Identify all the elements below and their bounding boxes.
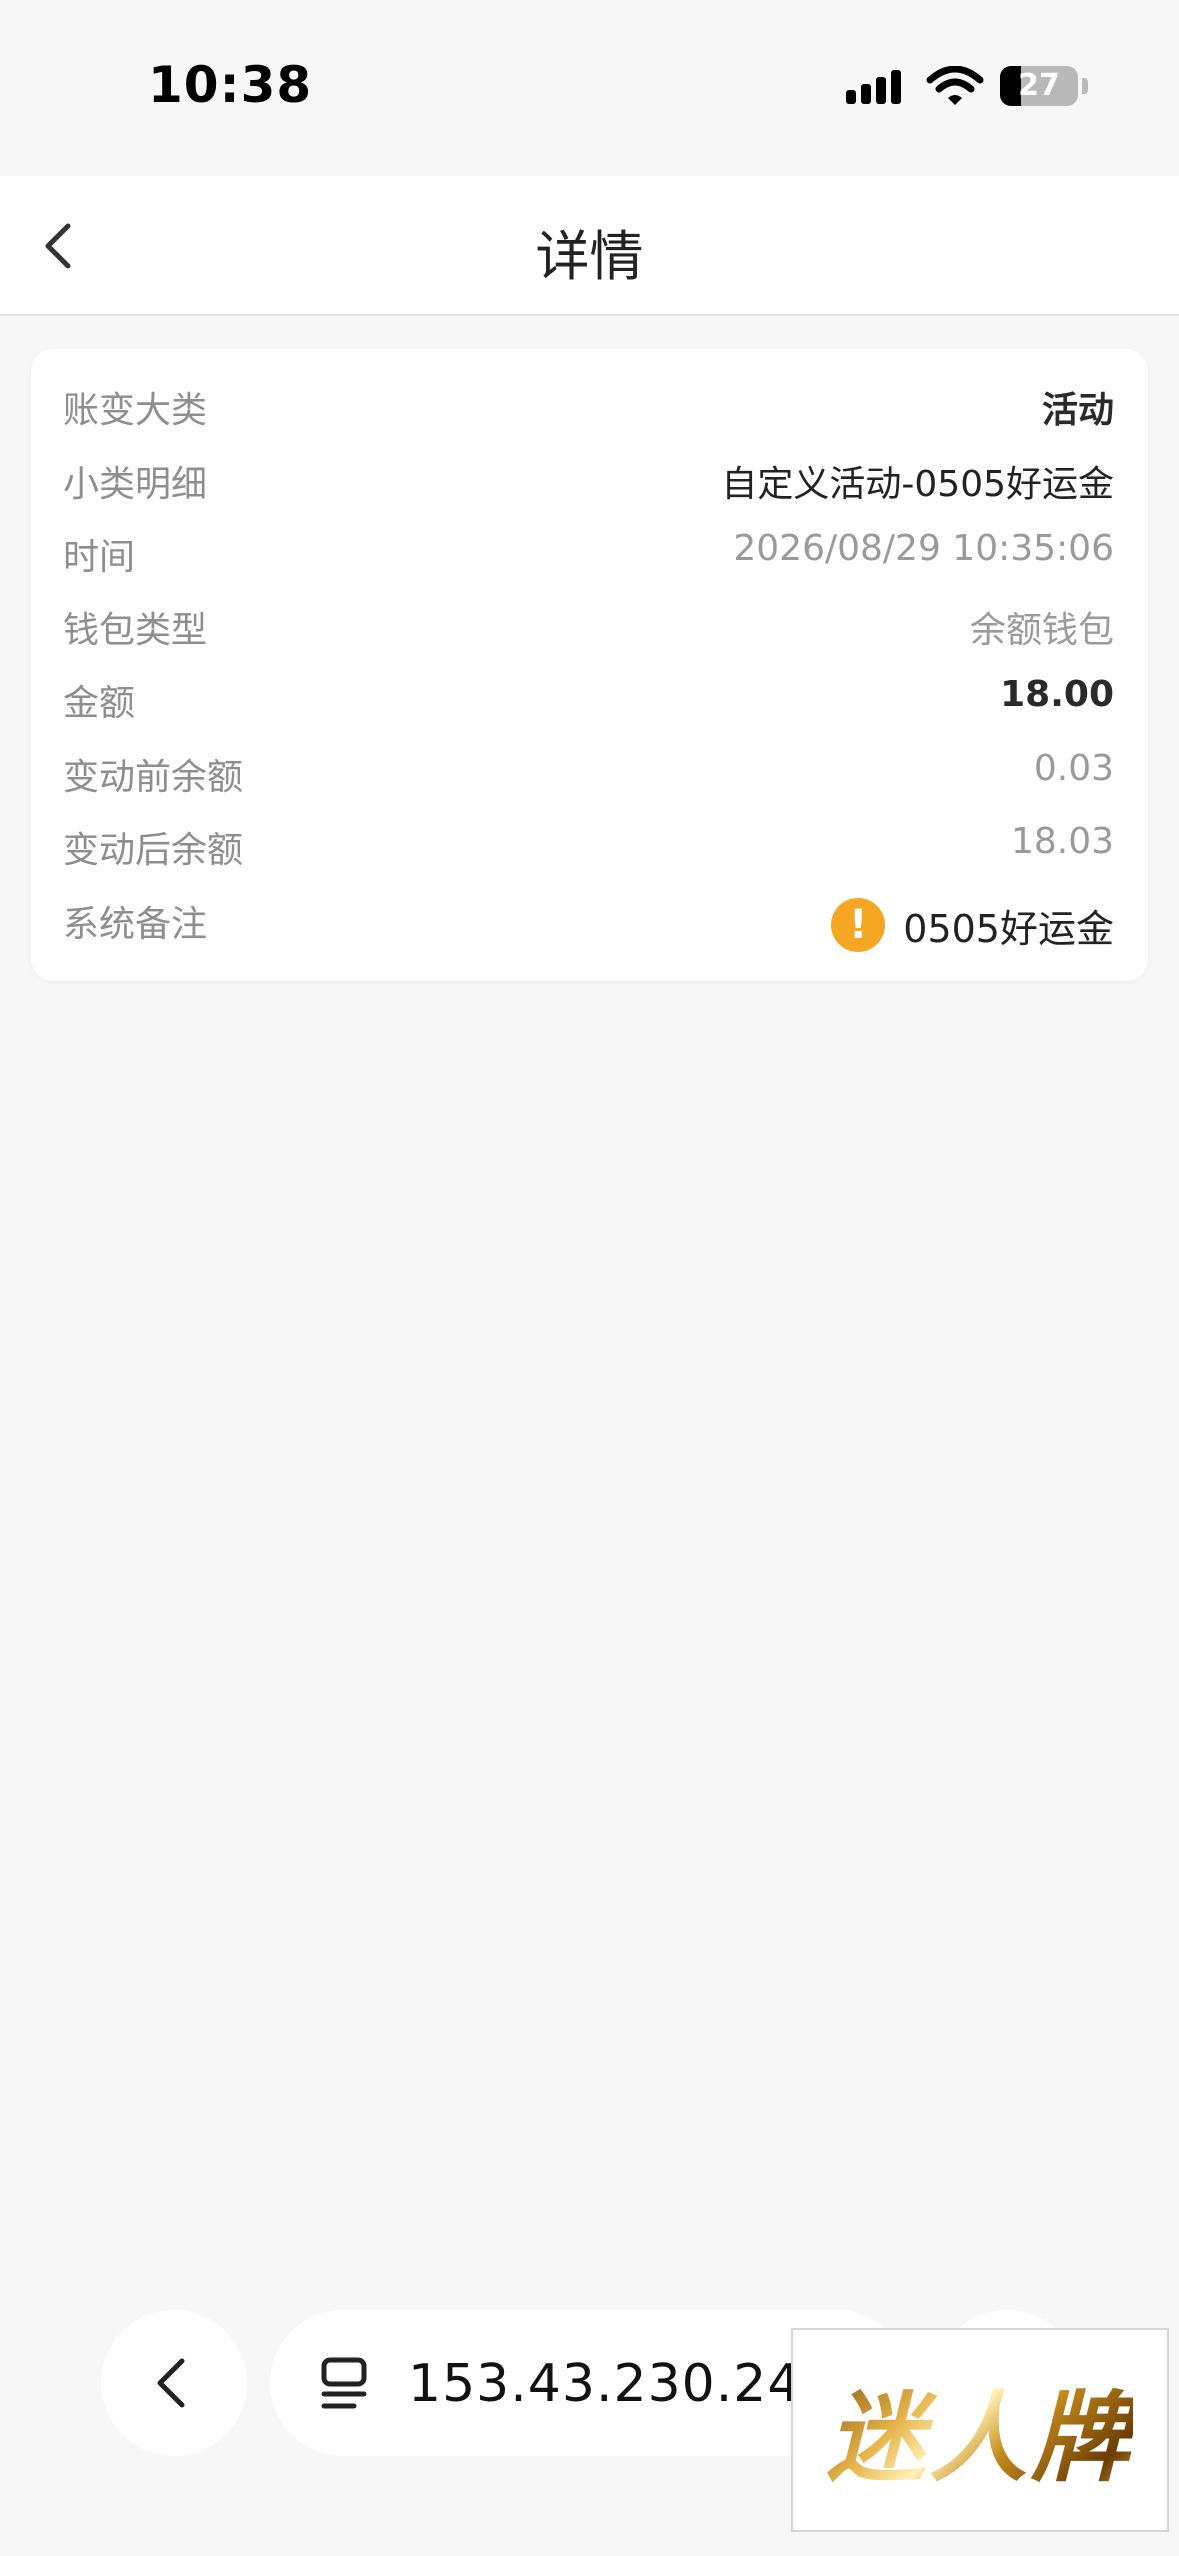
detail-value: 18.03: [1010, 821, 1114, 862]
warning-icon: !: [831, 898, 886, 952]
battery-icon: 27: [1000, 66, 1078, 106]
status-time: 10:38: [148, 56, 313, 114]
detail-label: 金额: [63, 683, 136, 724]
detail-row-remark: 系统备注 ! 0505好运金: [31, 887, 1148, 961]
detail-row-wallet: 钱包类型 余额钱包: [31, 593, 1148, 667]
detail-value: 自定义活动-0505好运金: [721, 464, 1114, 505]
detail-row-balance-before: 变动前余额 0.03: [31, 740, 1148, 814]
battery-level: 27: [1018, 68, 1060, 103]
detail-value: 活动: [1041, 390, 1114, 431]
detail-row-subcategory: 小类明细 自定义活动-0505好运金: [31, 447, 1148, 521]
detail-row-balance-after: 变动后余额 18.03: [31, 813, 1148, 887]
page-title: 详情: [535, 225, 644, 288]
tabs-icon: [321, 2357, 367, 2409]
detail-label: 变动前余额: [63, 757, 244, 798]
battery-cap: [1082, 78, 1088, 94]
browser-back-button[interactable]: [101, 2310, 247, 2456]
detail-value: 0.03: [1033, 748, 1114, 789]
detail-value: 0505好运金: [903, 906, 1114, 951]
signal-icon: [846, 70, 901, 104]
detail-label: 小类明细: [63, 464, 208, 505]
detail-label: 时间: [63, 537, 136, 578]
chevron-left-icon: [157, 2358, 185, 2408]
wifi-icon: [926, 66, 984, 105]
detail-value: 2026/08/29 10:35:06: [733, 528, 1114, 569]
remark-value: ! 0505好运金: [831, 897, 1114, 953]
detail-row-amount: 金额 18.00: [31, 666, 1148, 740]
detail-row-category: 账变大类 活动: [31, 373, 1148, 447]
url-text: 153.43.230.247: [408, 2354, 836, 2414]
status-bar: 10:38 27: [0, 0, 1179, 176]
detail-label: 变动后余额: [63, 830, 244, 871]
detail-value: 18.00: [1000, 674, 1114, 715]
nav-bar: 详情: [0, 176, 1179, 316]
watermark-logo: 迷人牌: [791, 2328, 1169, 2532]
detail-row-time: 时间 2026/08/29 10:35:06: [31, 520, 1148, 594]
detail-label: 系统备注: [63, 904, 208, 945]
detail-label: 钱包类型: [63, 610, 208, 651]
detail-card: 账变大类 活动 小类明细 自定义活动-0505好运金 时间 2026/08/29…: [31, 349, 1148, 981]
watermark-text: 迷人牌: [827, 2359, 1133, 2501]
detail-label: 账变大类: [63, 390, 208, 431]
detail-value: 余额钱包: [969, 610, 1114, 651]
